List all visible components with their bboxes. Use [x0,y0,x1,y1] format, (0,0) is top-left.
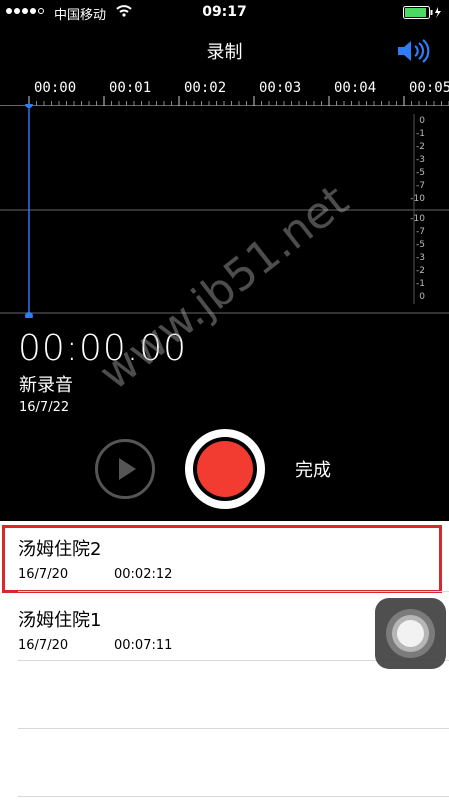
db-label: -3 [416,253,425,263]
db-label: -5 [416,168,425,178]
record-icon [197,441,253,497]
divider [18,728,449,729]
db-label: 0 [419,292,425,302]
db-label: -2 [416,266,425,276]
recording-duration: 00:07:11 [114,638,173,653]
record-button[interactable] [185,429,265,509]
db-label: -10 [410,214,425,224]
timeline-label: 00:04 [334,80,377,96]
timeline-label: 00:03 [259,80,302,96]
db-label: 0 [419,116,425,126]
recording-date: 16/7/20 [18,567,69,582]
db-label: -10 [410,194,425,204]
timeline-label: 00:01 [109,80,152,96]
db-label: -1 [416,279,425,289]
assistive-touch-button[interactable] [375,598,446,669]
divider [18,796,449,797]
db-label: -7 [416,227,425,237]
play-icon [119,458,136,480]
recording-duration: 00:02:12 [114,567,173,582]
db-label: -2 [416,142,425,152]
db-label: -7 [416,181,425,191]
db-label: -3 [416,155,425,165]
speaker-volume-icon[interactable] [396,37,432,65]
timeline-label: 00:02 [184,80,227,96]
db-label: -1 [416,129,425,139]
play-button[interactable] [95,439,155,499]
page-title: 录制 [206,42,243,63]
battery-charging-icon [403,6,441,19]
db-label: -5 [416,240,425,250]
status-time: 09:17 [202,4,247,20]
timeline-label: 00:00 [34,80,77,96]
status-bar: 中国移动 09:17 [0,0,449,24]
recording-title: 汤姆住院2 [18,539,102,560]
recording-date: 16/7/22 [19,400,70,415]
recording-date: 16/7/20 [18,638,69,653]
done-button[interactable]: 完成 [295,456,331,482]
recording-title: 汤姆住院1 [18,610,102,631]
timeline-label: 00:05 [409,80,449,96]
list-item[interactable]: 汤姆住院2 16/7/20 00:02:12 [0,521,449,593]
recording-name[interactable]: 新录音 [19,371,73,397]
assistive-touch-icon [397,620,424,647]
